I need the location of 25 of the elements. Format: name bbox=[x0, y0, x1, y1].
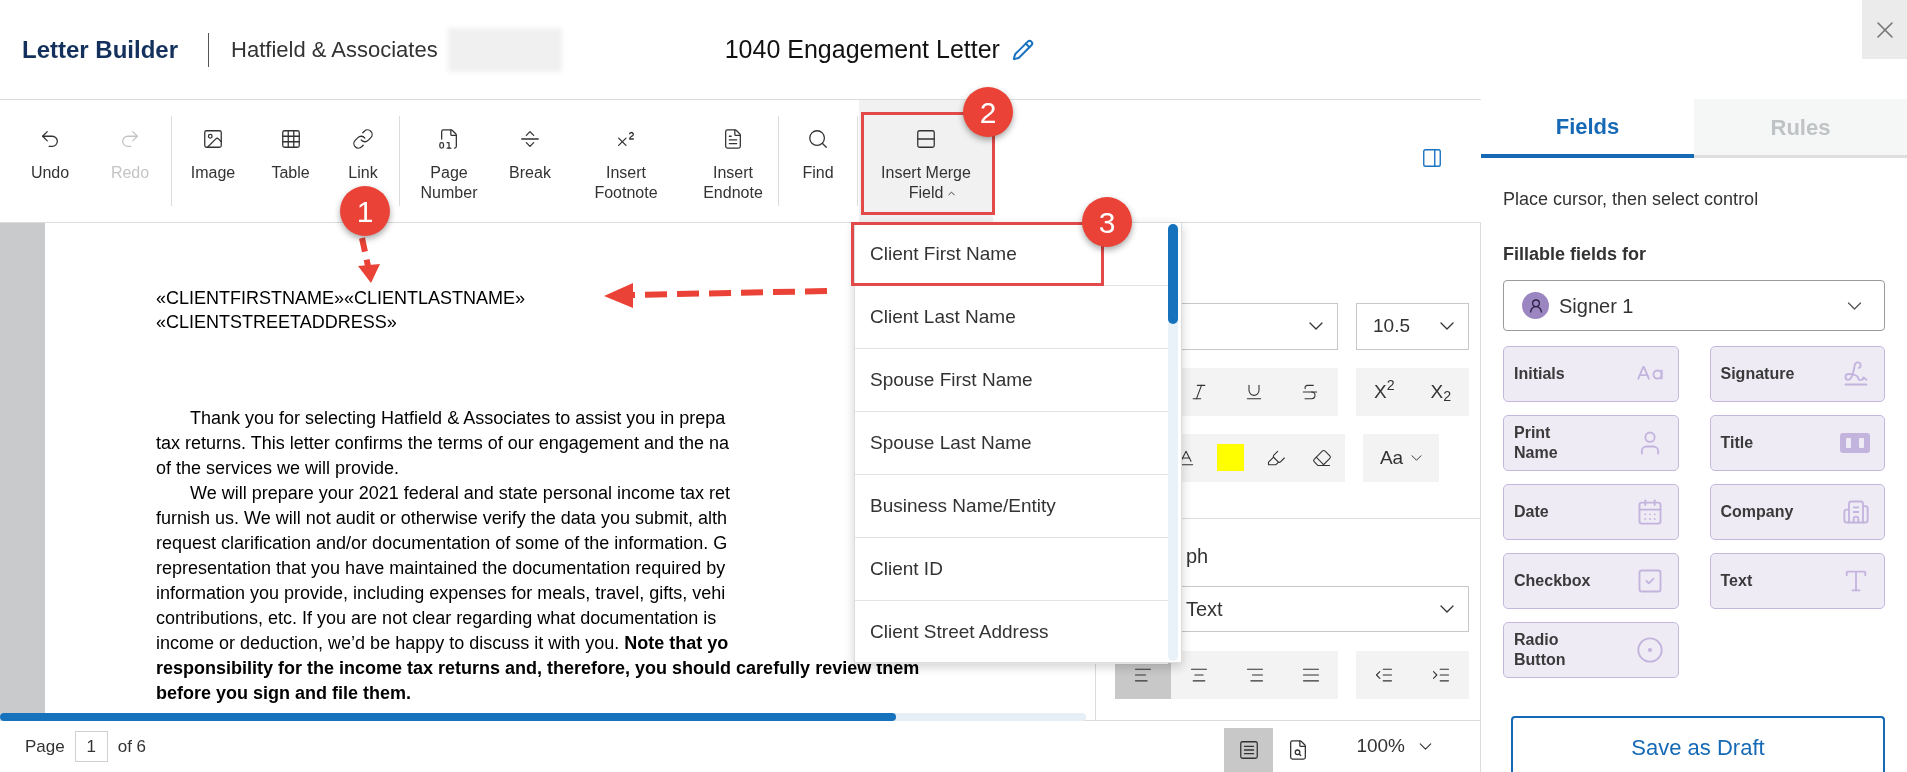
document-line: responsibility for the income tax returns and, therefore, you should carefully review them bbox=[156, 657, 920, 678]
document-line: representation that you have maintained the documentation required by bbox=[156, 557, 726, 578]
document-line: before you sign and file them. bbox=[156, 682, 412, 703]
company-name: Hatfield & Associates bbox=[231, 36, 438, 64]
page-label: Page bbox=[25, 735, 65, 758]
instruction-text: Place cursor, then select control bbox=[1503, 188, 1760, 211]
document-line: contributions, etc. If you are not clear regarding what documentation is bbox=[156, 607, 717, 628]
step-badge: 2 bbox=[963, 87, 1013, 137]
app-logo: Letter Builder bbox=[22, 34, 179, 65]
document-line: request clarification and/or documentation of some of the information. G bbox=[156, 532, 728, 553]
document-title: 1040 Engagement Letter bbox=[724, 33, 1000, 65]
page-count: of 6 bbox=[117, 735, 147, 758]
merge-field-line: «CLIENTFIRSTNAME»«CLIENTLASTNAME» bbox=[156, 287, 526, 308]
document-line: Thank you for selecting Hatfield & Associates to assist you in prepa bbox=[190, 407, 726, 428]
merge-field-line: «CLIENTSTREETADDRESS» bbox=[156, 311, 397, 332]
section-heading: ph bbox=[1186, 544, 1209, 567]
step-badge: 3 bbox=[1082, 197, 1132, 247]
document-line: furnish us. We will not audit or otherwise verify the data you submit, alth bbox=[156, 507, 727, 528]
document-line: of the services we will provide. bbox=[156, 457, 400, 478]
document-line: tax returns. This letter confirms the terms of our engagement and the na bbox=[156, 432, 729, 453]
step-badge: 1 bbox=[340, 186, 390, 236]
document-line: We will prepare your 2021 federal and state personal income tax ret bbox=[190, 482, 730, 503]
document-line: information you provide, including expenses for meals, travel, gifts, vehi bbox=[156, 582, 726, 603]
document-line: income or deduction, we’d be happy to discuss it with you. Note that yo bbox=[156, 632, 729, 653]
section-label: Fillable fields for bbox=[1503, 243, 1648, 266]
